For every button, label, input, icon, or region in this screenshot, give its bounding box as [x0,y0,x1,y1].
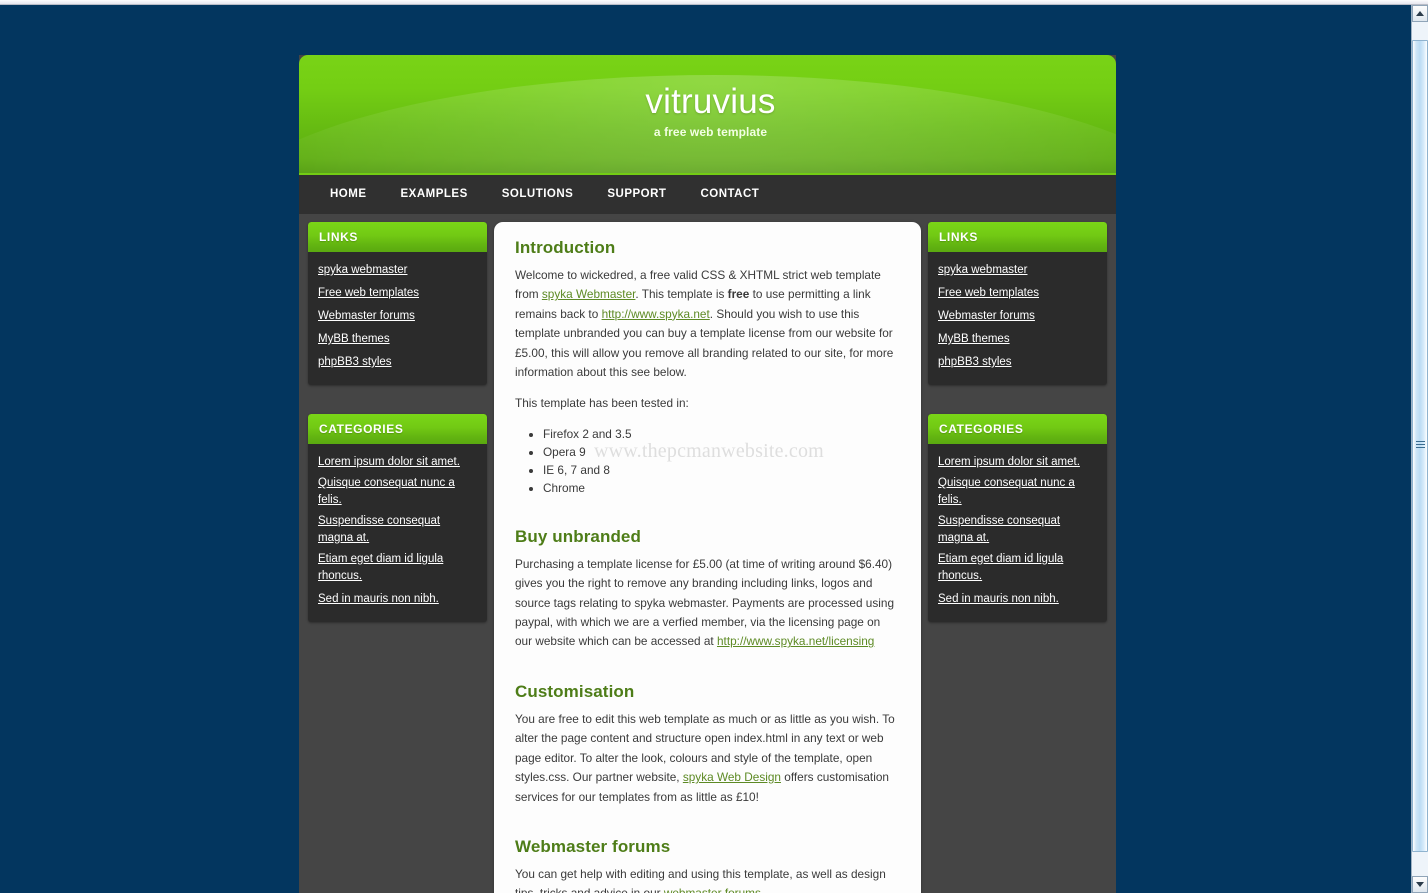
browser-viewport: vitruvius a free web template HOME EXAMP… [0,0,1428,893]
right-link-phpbb3-styles[interactable]: phpBB3 styles [938,354,1012,371]
nav-item-examples[interactable]: EXAMPLES [384,175,485,214]
list-item: MyBB themes [928,329,1107,348]
left-category-5[interactable]: Sed in mauris non nibh. [318,591,439,608]
list-item: Free web templates [928,283,1107,302]
site-wrapper: vitruvius a free web template HOME EXAMP… [299,55,1116,893]
right-links-list: spyka webmaster Free web templates Webma… [928,252,1107,385]
scroll-down-arrow-icon[interactable] [1412,876,1428,893]
right-category-2[interactable]: Quisque consequat nunc a felis. [938,475,1097,509]
left-sidebar: LINKS spyka webmaster Free web templates… [308,222,487,651]
right-link-mybb-themes[interactable]: MyBB themes [938,331,1010,348]
content-panel: www.thepcmanwebsite.com Introduction Wel… [494,222,921,893]
buy-unbranded-paragraph: Purchasing a template license for £5.00 … [515,555,900,652]
main-navigation[interactable]: HOME EXAMPLES SOLUTIONS SUPPORT CONTACT [299,173,1116,214]
right-category-1[interactable]: Lorem ipsum dolor sit amet. [938,454,1080,471]
intro-text-b: . This template is [635,287,728,302]
vertical-scrollbar[interactable] [1411,5,1428,893]
list-item: Lorem ipsum dolor sit amet. [308,452,487,471]
list-item: Lorem ipsum dolor sit amet. [928,452,1107,471]
buy-unbranded-heading: Buy unbranded [515,526,641,546]
left-link-phpbb3-styles[interactable]: phpBB3 styles [318,354,392,371]
list-item: Chrome [543,480,900,497]
list-item: Suspendisse consequat magna at. [928,513,1107,547]
tested-in-paragraph: This template has been tested in: [515,396,689,411]
right-category-5[interactable]: Sed in mauris non nibh. [938,591,1059,608]
header-inner: vitruvius a free web template [299,55,1116,139]
scrollbar-track[interactable] [1412,22,1428,876]
list-item: Quisque consequat nunc a felis. [308,475,487,509]
right-sidebar: LINKS spyka webmaster Free web templates… [928,222,1107,651]
intro-bold-free: free [727,287,750,302]
left-links-heading: LINKS [308,222,487,252]
main-column: www.thepcmanwebsite.com Introduction Wel… [487,222,928,893]
right-categories-list: Lorem ipsum dolor sit amet. Quisque cons… [928,444,1107,622]
right-category-4[interactable]: Etiam eget diam id ligula rhoncus. [938,551,1097,585]
left-categories-list: Lorem ipsum dolor sit amet. Quisque cons… [308,444,487,622]
list-item: phpBB3 styles [928,352,1107,371]
list-item: spyka webmaster [928,260,1107,279]
right-link-spyka-webmaster[interactable]: spyka webmaster [938,262,1027,279]
nav-item-contact[interactable]: CONTACT [683,175,776,214]
list-item: IE 6, 7 and 8 [543,462,900,479]
nav-item-support[interactable]: SUPPORT [590,175,683,214]
scrollbar-grip-icon [1416,441,1425,451]
left-link-spyka-webmaster[interactable]: spyka webmaster [318,262,407,279]
right-link-free-web-templates[interactable]: Free web templates [938,285,1039,302]
list-item: spyka webmaster [308,260,487,279]
left-categories-box: CATEGORIES Lorem ipsum dolor sit amet. Q… [308,414,487,622]
list-item: Opera 9 [543,444,900,461]
left-link-webmaster-forums[interactable]: Webmaster forums [318,308,415,325]
webmaster-forums-heading: Webmaster forums [515,836,671,856]
list-item: MyBB themes [308,329,487,348]
list-item: Etiam eget diam id ligula rhoncus. [928,551,1107,585]
scroll-up-arrow-icon[interactable] [1412,5,1428,22]
scrollbar-thumb[interactable] [1412,40,1428,852]
left-link-mybb-themes[interactable]: MyBB themes [318,331,390,348]
list-item: Suspendisse consequat magna at. [308,513,487,547]
left-links-box: LINKS spyka webmaster Free web templates… [308,222,487,385]
right-links-box: LINKS spyka webmaster Free web templates… [928,222,1107,385]
introduction-heading: Introduction [515,238,616,257]
list-item: phpBB3 styles [308,352,487,371]
link-spyka-web-design[interactable]: spyka Web Design [683,770,781,784]
nav-item-solutions[interactable]: SOLUTIONS [485,175,591,214]
link-spyka-licensing[interactable]: http://www.spyka.net/licensing [717,634,874,648]
site-title: vitruvius [645,82,776,121]
link-webmaster-forums[interactable]: webmaster forums [664,886,761,893]
list-item: Sed in mauris non nibh. [308,589,487,608]
right-categories-box: CATEGORIES Lorem ipsum dolor sit amet. Q… [928,414,1107,622]
link-spyka-webmaster[interactable]: spyka Webmaster [542,287,636,301]
site-tagline: a free web template [653,125,768,139]
list-item: Firefox 2 and 3.5 [543,426,900,443]
left-category-3[interactable]: Suspendisse consequat magna at. [318,513,477,547]
left-link-free-web-templates[interactable]: Free web templates [318,285,419,302]
left-category-4[interactable]: Etiam eget diam id ligula rhoncus. [318,551,477,585]
customisation-paragraph: You are free to edit this web template a… [515,710,900,807]
link-spyka-net[interactable]: http://www.spyka.net [602,307,710,321]
list-item: Webmaster forums [308,306,487,325]
content-columns: LINKS spyka webmaster Free web templates… [299,214,1116,893]
site-header: vitruvius a free web template [299,55,1116,173]
webmaster-forums-paragraph: You can get help with editing and using … [515,865,900,893]
chevron-up-icon [1416,11,1424,16]
nav-item-home[interactable]: HOME [313,175,384,214]
left-links-list: spyka webmaster Free web templates Webma… [308,252,487,385]
list-item: Etiam eget diam id ligula rhoncus. [308,551,487,585]
left-category-2[interactable]: Quisque consequat nunc a felis. [318,475,477,509]
left-category-1[interactable]: Lorem ipsum dolor sit amet. [318,454,460,471]
right-links-heading: LINKS [928,222,1107,252]
list-item: Sed in mauris non nibh. [928,589,1107,608]
page-background: vitruvius a free web template HOME EXAMP… [0,5,1411,893]
right-category-3[interactable]: Suspendisse consequat magna at. [938,513,1097,547]
introduction-paragraph: Welcome to wickedred, a free valid CSS &… [515,266,900,382]
browser-list: Firefox 2 and 3.5 Opera 9 IE 6, 7 and 8 … [515,426,900,497]
list-item: Quisque consequat nunc a felis. [928,475,1107,509]
right-categories-heading: CATEGORIES [928,414,1107,444]
customisation-heading: Customisation [515,681,635,701]
chevron-down-icon [1416,882,1424,887]
right-link-webmaster-forums[interactable]: Webmaster forums [938,308,1035,325]
left-categories-heading: CATEGORIES [308,414,487,444]
list-item: Free web templates [308,283,487,302]
list-item: Webmaster forums [928,306,1107,325]
